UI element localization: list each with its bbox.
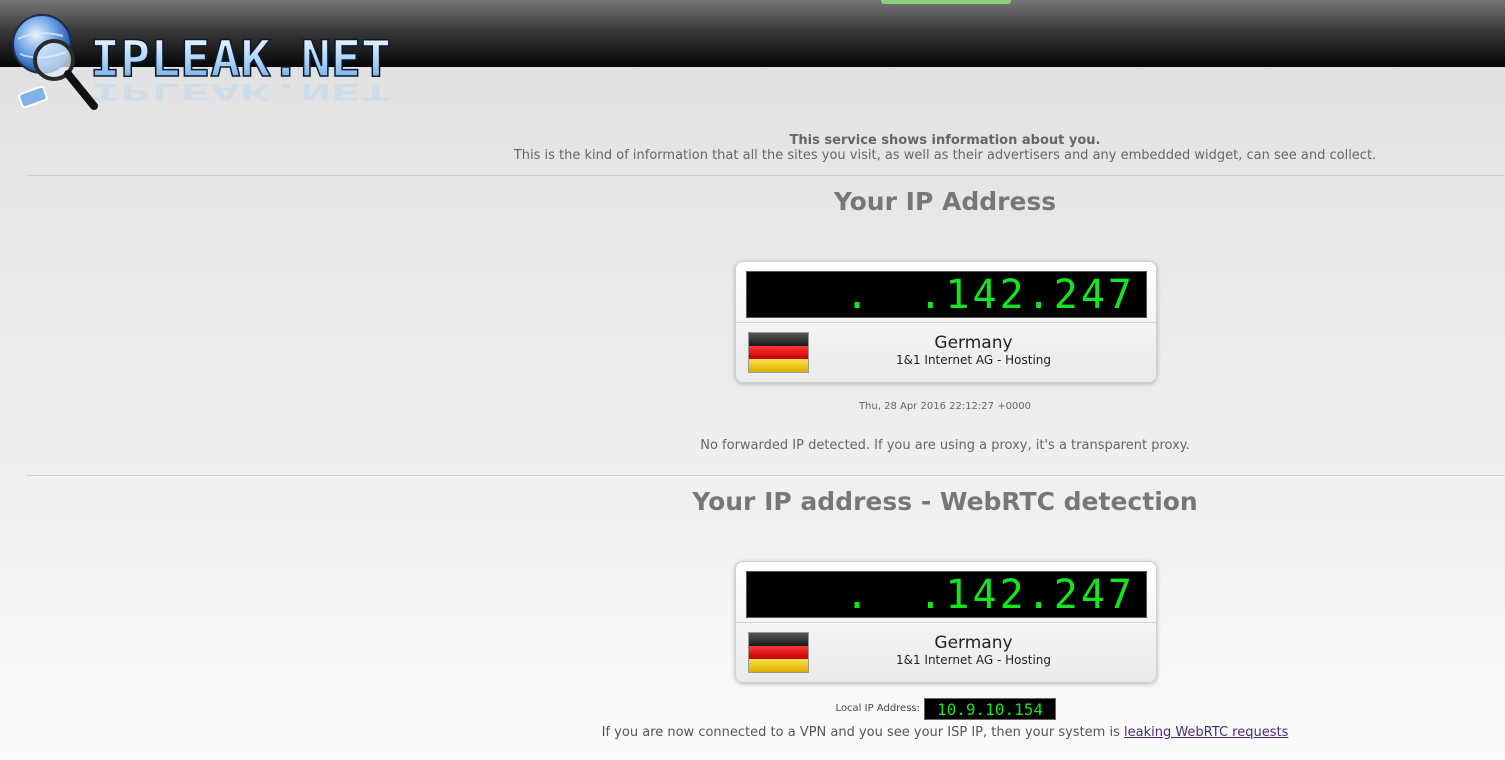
ip-section-title: Your IP Address	[833, 187, 1057, 216]
isp-name: 1&1 Internet AG - Hosting	[895, 353, 1052, 367]
webrtc-section-title: Your IP address - WebRTC detection	[692, 487, 1198, 516]
webrtc-ip-address-value: .142.247	[918, 572, 1135, 617]
germany-flag-icon	[748, 332, 809, 373]
webrtc-isp-name: 1&1 Internet AG - Hosting	[895, 653, 1052, 667]
intro-title: This service shows information about you…	[789, 133, 1101, 148]
webrtc-ip-card: .142.247 . Germany 1&1 Internet AG - Hos…	[735, 561, 1157, 683]
divider	[27, 175, 1505, 176]
leaking-webrtc-link[interactable]: leaking WebRTC requests	[1124, 725, 1288, 740]
vpn-note: If you are now connected to a VPN and yo…	[385, 725, 1505, 740]
webrtc-ip-masked-dot: .	[845, 572, 869, 617]
ip-led-display: .142.247 .	[746, 271, 1147, 318]
webrtc-ip-led-display: .142.247 .	[746, 571, 1147, 618]
timestamp: Thu, 28 Apr 2016 22:12:27 +0000	[858, 401, 1032, 412]
local-ip-led-display: 10.9.10.154	[924, 698, 1056, 720]
card-divider	[736, 322, 1156, 323]
logo-reflection: IPLEAK.NET	[90, 78, 391, 104]
ip-card: .142.247 . Germany 1&1 Internet AG - Hos…	[735, 261, 1157, 383]
local-ip-label: Local IP Address:	[835, 703, 920, 714]
card-divider	[736, 622, 1156, 623]
country-name: Germany	[934, 333, 1013, 353]
vpn-note-text: If you are now connected to a VPN and yo…	[601, 725, 1120, 740]
intro-text: This is the kind of information that all…	[513, 148, 1377, 163]
globe-magnifier-icon	[12, 14, 98, 110]
header-tab[interactable]	[881, 0, 1011, 4]
site-logo[interactable]: IPLEAK.NET IPLEAK.NET	[8, 14, 488, 114]
forwarded-ip-note: No forwarded IP detected. If you are usi…	[700, 438, 1190, 453]
ip-address-value: .142.247	[918, 272, 1135, 317]
germany-flag-icon	[748, 632, 809, 673]
local-ip-value: 10.9.10.154	[937, 700, 1043, 719]
webrtc-country-name: Germany	[934, 633, 1013, 653]
ip-masked-dot: .	[845, 272, 869, 317]
divider	[27, 475, 1505, 476]
